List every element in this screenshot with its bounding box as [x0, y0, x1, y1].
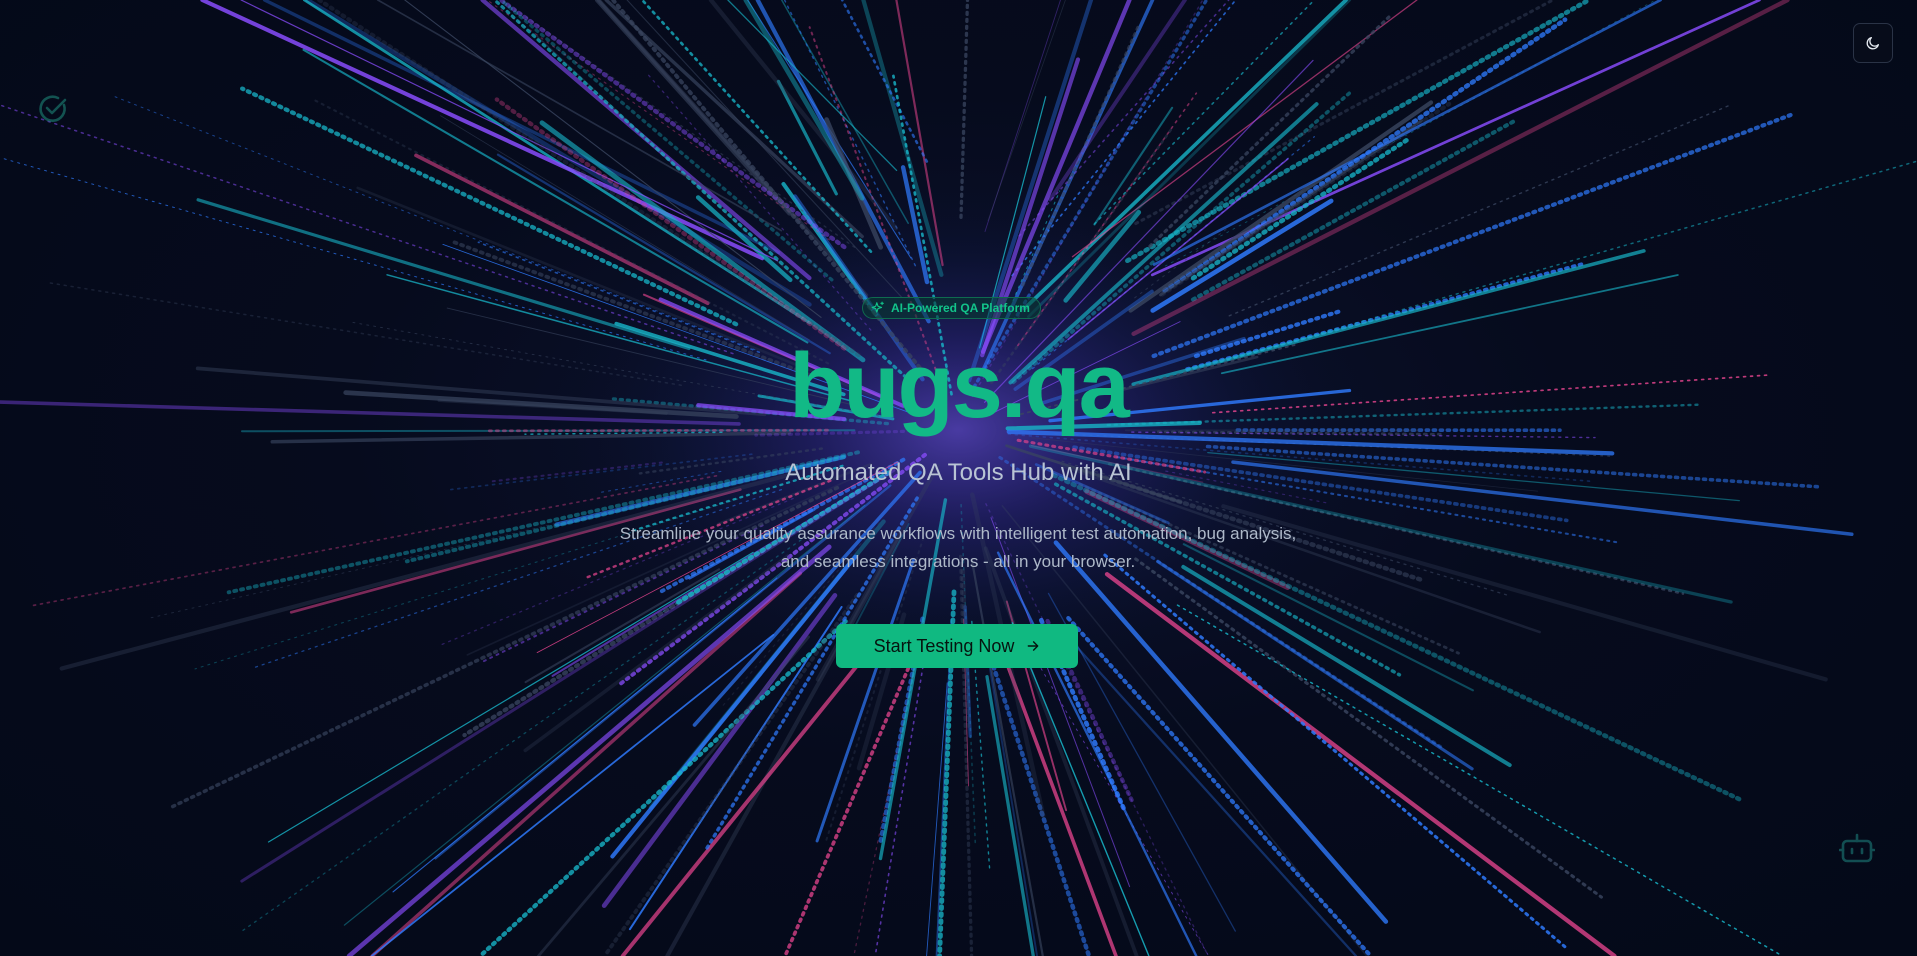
start-testing-button[interactable]: Start Testing Now — [836, 624, 1078, 668]
landing-page: AI-Powered QA Platform bugs.qa Automated… — [0, 0, 1917, 956]
sparkles-icon — [871, 301, 884, 313]
page-title: bugs.qa — [789, 335, 1130, 437]
arrow-right-icon — [1027, 641, 1039, 651]
badge-label: AI-Powered QA Platform — [891, 301, 1030, 315]
platform-badge: AI-Powered QA Platform — [862, 297, 1041, 319]
start-testing-label: Start Testing Now — [873, 635, 1015, 656]
page-subtitle: Automated QA Tools Hub with AI — [785, 459, 1132, 486]
hero-section: AI-Powered QA Platform bugs.qa Automated… — [0, 0, 1917, 956]
hero-description: Streamline your quality assurance workfl… — [619, 524, 1297, 571]
